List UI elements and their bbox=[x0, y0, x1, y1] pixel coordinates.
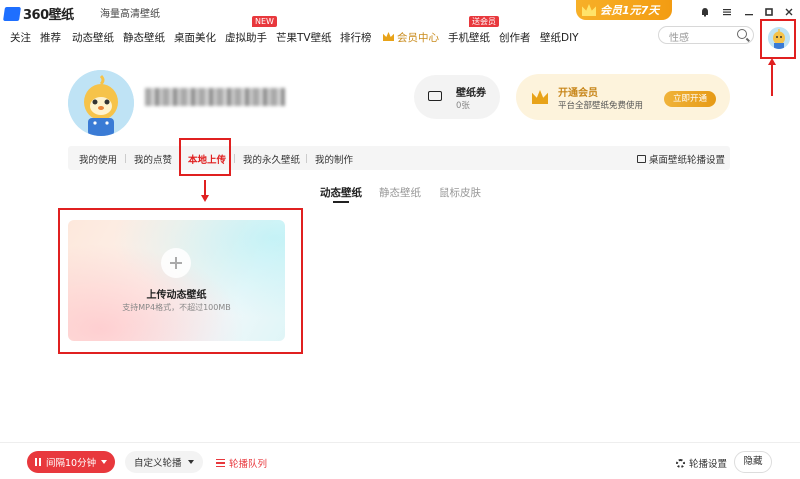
gift-vip-badge: 送会员 bbox=[469, 16, 499, 27]
annotation-arrow-down bbox=[204, 180, 206, 196]
subtab-static[interactable]: 静态壁纸 bbox=[379, 185, 421, 200]
search-box[interactable]: 性感 bbox=[658, 26, 754, 44]
list-icon bbox=[216, 459, 225, 467]
annotation-arrowhead-down bbox=[201, 195, 209, 202]
custom-rotation-label: 自定义轮播 bbox=[134, 458, 182, 469]
skin-icon[interactable] bbox=[698, 5, 712, 19]
user-avatar[interactable] bbox=[68, 70, 134, 136]
chevron-down-icon bbox=[187, 460, 194, 464]
nav-follow[interactable]: 关注 bbox=[10, 30, 31, 45]
crown-icon bbox=[582, 4, 596, 16]
subtab-mouse-skin[interactable]: 鼠标皮肤 bbox=[439, 185, 481, 200]
settings-link-label: 桌面壁纸轮播设置 bbox=[649, 155, 726, 166]
desktop-rotation-settings-link[interactable]: 桌面壁纸轮播设置 bbox=[637, 152, 725, 166]
app-subtitle: 海量高清壁纸 bbox=[100, 9, 160, 20]
nav-desktop-beautify[interactable]: 桌面美化 bbox=[174, 30, 216, 45]
close-icon[interactable] bbox=[782, 5, 796, 19]
tab-divider bbox=[234, 154, 235, 163]
vip-card-title: 开通会员 bbox=[558, 88, 598, 99]
open-vip-button[interactable]: 立即开通 bbox=[664, 91, 716, 107]
nav-static-wallpaper[interactable]: 静态壁纸 bbox=[123, 30, 165, 45]
plus-icon[interactable] bbox=[161, 248, 191, 278]
logo-icon bbox=[3, 6, 21, 21]
search-input[interactable]: 性感 bbox=[669, 29, 689, 44]
nav-virtual-assistant[interactable]: 虚拟助手 bbox=[225, 30, 267, 45]
nav-vip-center[interactable]: 会员中心 bbox=[397, 30, 439, 45]
upload-dynamic-wallpaper-card[interactable] bbox=[68, 220, 285, 341]
interval-label: 间隔10分钟 bbox=[46, 458, 97, 469]
custom-rotation-select[interactable]: 自定义轮播 bbox=[125, 451, 203, 473]
maximize-icon[interactable] bbox=[762, 5, 776, 19]
nav-mango-tv[interactable]: 芒果TV壁纸 bbox=[276, 30, 332, 45]
nav-wallpaper-diy[interactable]: 壁纸DIY bbox=[540, 30, 579, 45]
subtab-dynamic[interactable]: 动态壁纸 bbox=[320, 185, 362, 200]
new-badge: NEW bbox=[252, 16, 277, 27]
coupon-title: 壁纸券 bbox=[456, 88, 486, 99]
queue-label: 轮播队列 bbox=[229, 459, 268, 470]
hide-button[interactable]: 隐藏 bbox=[734, 451, 772, 473]
tab-my-creations[interactable]: 我的制作 bbox=[315, 152, 353, 166]
annotation-arrowhead-up bbox=[768, 58, 776, 65]
tab-permanent-wallpaper[interactable]: 我的永久壁纸 bbox=[243, 152, 300, 166]
tab-divider bbox=[306, 154, 307, 163]
logo-text: 360壁纸 bbox=[23, 8, 74, 23]
annotation-box-tab bbox=[179, 138, 231, 176]
title-bar: 360壁纸 海量高清壁纸 会员1元7天 bbox=[0, 0, 800, 24]
pause-icon bbox=[35, 458, 41, 466]
rotation-settings-label: 轮播设置 bbox=[689, 459, 728, 470]
vip-promo-text: 会员1元7天 bbox=[600, 4, 660, 17]
annotation-box-avatar bbox=[760, 19, 796, 59]
rotation-settings-link[interactable]: 轮播设置 bbox=[676, 456, 727, 470]
ticket-icon bbox=[428, 91, 442, 101]
vip-open-card: 开通会员 平台全部壁纸免费使用 立即开通 bbox=[516, 74, 730, 120]
vip-promo-banner[interactable]: 会员1元7天 bbox=[576, 0, 672, 20]
subtab-active-indicator bbox=[333, 201, 349, 203]
coupon-count: 0张 bbox=[456, 101, 470, 111]
interval-button[interactable]: 间隔10分钟 bbox=[27, 451, 115, 473]
nav-creator[interactable]: 创作者 bbox=[499, 30, 531, 45]
menu-icon[interactable] bbox=[720, 5, 734, 19]
upload-hint: 支持MP4格式，不超过100MB bbox=[122, 303, 231, 312]
crown-icon bbox=[532, 90, 548, 104]
chevron-down-icon bbox=[101, 460, 108, 464]
nav-dynamic-wallpaper[interactable]: 动态壁纸 bbox=[72, 30, 114, 45]
picture-icon bbox=[637, 155, 646, 163]
nav-mobile-wallpaper[interactable]: 手机壁纸 bbox=[448, 30, 490, 45]
annotation-arrow-up bbox=[771, 62, 773, 96]
nav-ranking[interactable]: 排行榜 bbox=[340, 30, 372, 45]
tab-my-usage[interactable]: 我的使用 bbox=[79, 152, 117, 166]
gear-icon bbox=[676, 458, 685, 468]
wallpaper-coupon-card[interactable]: 壁纸券 0张 bbox=[414, 75, 500, 119]
tab-my-likes[interactable]: 我的点赞 bbox=[134, 152, 172, 166]
search-icon[interactable] bbox=[737, 29, 747, 39]
nav-recommend[interactable]: 推荐 bbox=[40, 30, 61, 45]
app-logo: 360壁纸 bbox=[3, 4, 74, 23]
username-redacted bbox=[145, 88, 285, 106]
minimize-icon[interactable] bbox=[742, 5, 756, 19]
rotation-queue-link[interactable]: 轮播队列 bbox=[216, 456, 267, 470]
tab-divider bbox=[125, 154, 126, 163]
upload-title: 上传动态壁纸 bbox=[146, 290, 207, 301]
vip-card-desc: 平台全部壁纸免费使用 bbox=[558, 101, 644, 111]
